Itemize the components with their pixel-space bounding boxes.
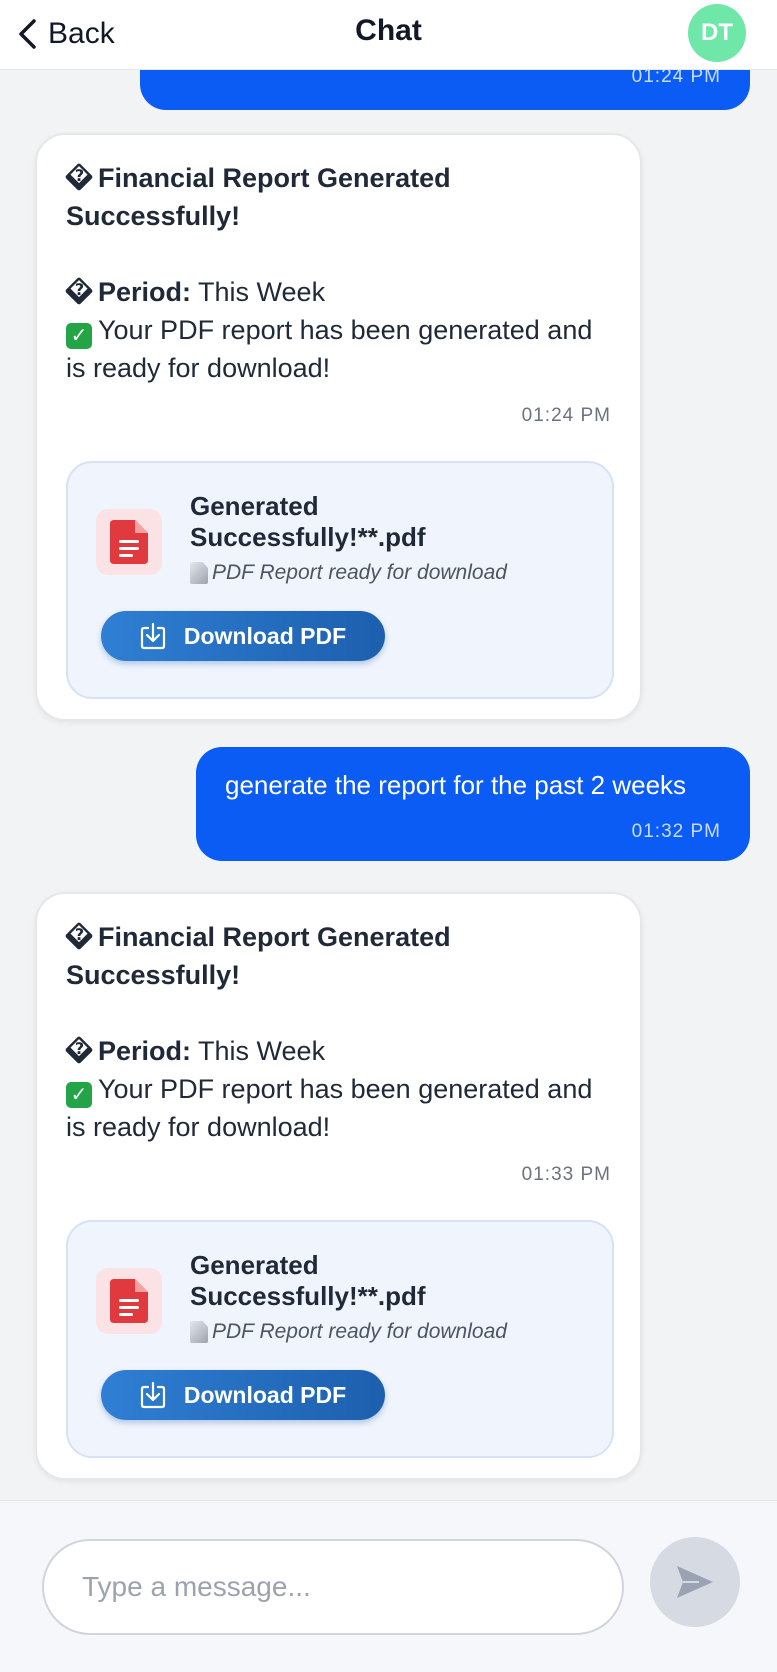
period-line: � Period: This Week: [64, 1032, 611, 1070]
download-pdf-button[interactable]: Download PDF: [101, 611, 385, 661]
pdf-file-name: Generated Successfully!**.pdf: [190, 491, 426, 552]
pdf-file-subtitle: PDF Report ready for download: [190, 1320, 507, 1344]
user-message: generate the report for the past 2 weeks…: [196, 747, 750, 861]
unknown-glyph-icon: �: [64, 921, 94, 951]
message-time: 01:24 PM: [521, 405, 611, 426]
checkmark-icon: ✓: [66, 1082, 92, 1108]
send-button[interactable]: [650, 1537, 740, 1627]
chat-thread[interactable]: 01:24 PM � Financial Report Generated Suc…: [0, 0, 777, 1500]
unknown-glyph-icon: �: [64, 1035, 94, 1065]
unknown-glyph-icon: �: [64, 162, 94, 192]
page-title: Chat: [355, 14, 422, 47]
message-title: � Financial Report Generated Successfully…: [64, 921, 451, 990]
pdf-file-name: Generated Successfully!**.pdf: [190, 1250, 426, 1311]
unknown-glyph-icon: �: [64, 276, 94, 306]
pdf-file-icon: [96, 1268, 162, 1334]
chat-header: Back Chat DT: [0, 0, 777, 70]
download-pdf-button[interactable]: Download PDF: [101, 1370, 385, 1420]
pdf-file-icon: [96, 509, 162, 575]
checkmark-icon: ✓: [66, 323, 92, 349]
message-time: 01:33 PM: [521, 1164, 611, 1185]
pdf-attachment-card: Generated Successfully!**.pdf PDF Report…: [66, 1220, 614, 1458]
message-text: generate the report for the past 2 weeks: [225, 770, 687, 800]
message-time: 01:32 PM: [631, 821, 721, 842]
avatar[interactable]: DT: [688, 4, 746, 62]
download-icon: [140, 622, 165, 650]
status-line: ✓ Your PDF report has been generated and …: [66, 315, 593, 383]
message-input[interactable]: Type a message...: [42, 1539, 624, 1635]
bot-message: � Financial Report Generated Successfully…: [35, 892, 642, 1480]
bot-message: � Financial Report Generated Successfully…: [35, 133, 642, 721]
send-icon: [677, 1566, 713, 1598]
document-icon: [190, 1321, 208, 1343]
message-composer: Type a message...: [0, 1500, 777, 1672]
message-title: � Financial Report Generated Successfully…: [64, 162, 451, 231]
document-icon: [190, 562, 208, 584]
download-button-label: Download PDF: [183, 622, 347, 649]
download-button-label: Download PDF: [183, 1381, 347, 1408]
pdf-attachment-card: Generated Successfully!**.pdf PDF Report…: [66, 461, 614, 699]
status-line: ✓ Your PDF report has been generated and …: [66, 1074, 593, 1142]
pdf-file-subtitle: PDF Report ready for download: [190, 561, 507, 585]
period-line: � Period: This Week: [64, 273, 611, 311]
download-icon: [140, 1381, 165, 1409]
